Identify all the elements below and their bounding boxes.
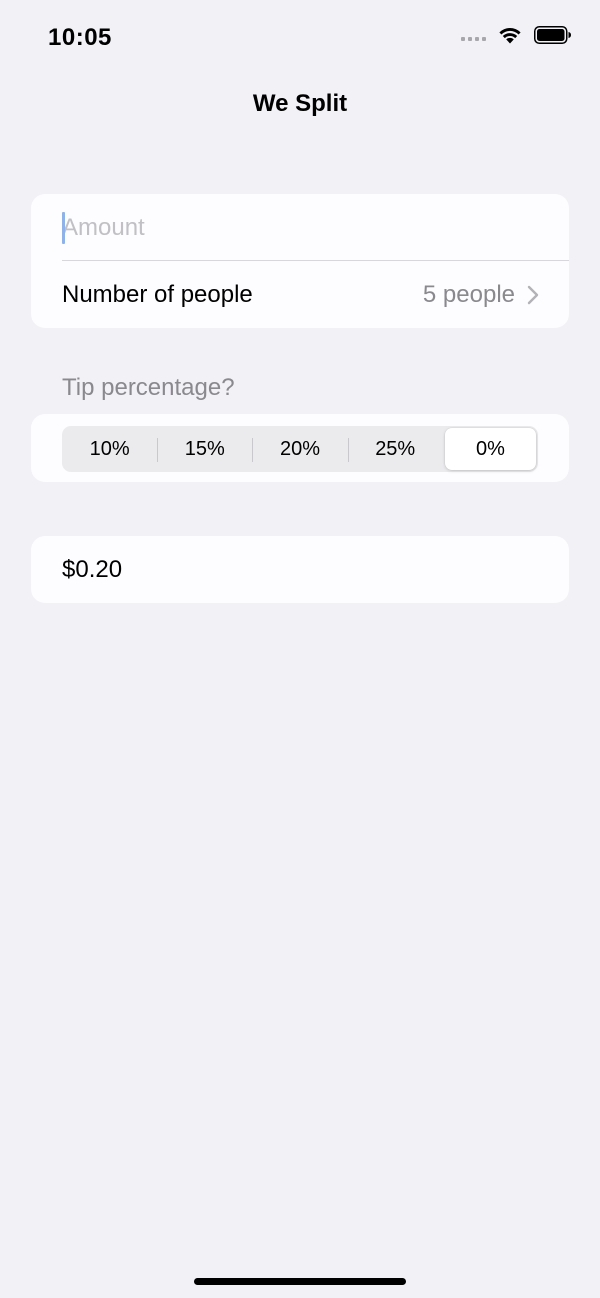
cellular-signal-icon bbox=[461, 37, 486, 41]
tip-option-20[interactable]: 20% bbox=[254, 428, 349, 470]
status-icons bbox=[461, 26, 572, 44]
number-of-people-label: Number of people bbox=[62, 280, 253, 308]
amount-row[interactable] bbox=[62, 194, 569, 261]
status-time: 10:05 bbox=[48, 24, 112, 51]
number-of-people-value: 5 people bbox=[422, 280, 515, 308]
total-section: $0.20 bbox=[31, 536, 569, 603]
tip-option-15[interactable]: 15% bbox=[159, 428, 254, 470]
number-of-people-picker[interactable]: Number of people 5 people bbox=[62, 261, 569, 328]
page-title: We Split bbox=[252, 90, 348, 117]
wifi-icon bbox=[499, 28, 521, 44]
home-indicator[interactable] bbox=[194, 1278, 406, 1285]
chevron-right-icon bbox=[527, 285, 539, 305]
total-per-person: $0.20 bbox=[62, 555, 123, 583]
tip-segmented-control[interactable]: 10% 15% 20% 25% 0% bbox=[62, 426, 538, 472]
battery-icon bbox=[534, 26, 571, 44]
text-cursor bbox=[62, 212, 65, 244]
status-bar: 10:05 bbox=[0, 0, 600, 70]
tip-option-0[interactable]: 0% bbox=[444, 428, 537, 470]
amount-input[interactable] bbox=[62, 207, 542, 248]
tip-section: 10% 15% 20% 25% 0% bbox=[31, 414, 569, 482]
tip-section-header: Tip percentage? bbox=[62, 374, 235, 401]
tip-option-25[interactable]: 25% bbox=[350, 428, 441, 470]
input-section: Number of people 5 people bbox=[31, 194, 569, 328]
tip-option-10[interactable]: 10% bbox=[64, 428, 159, 470]
